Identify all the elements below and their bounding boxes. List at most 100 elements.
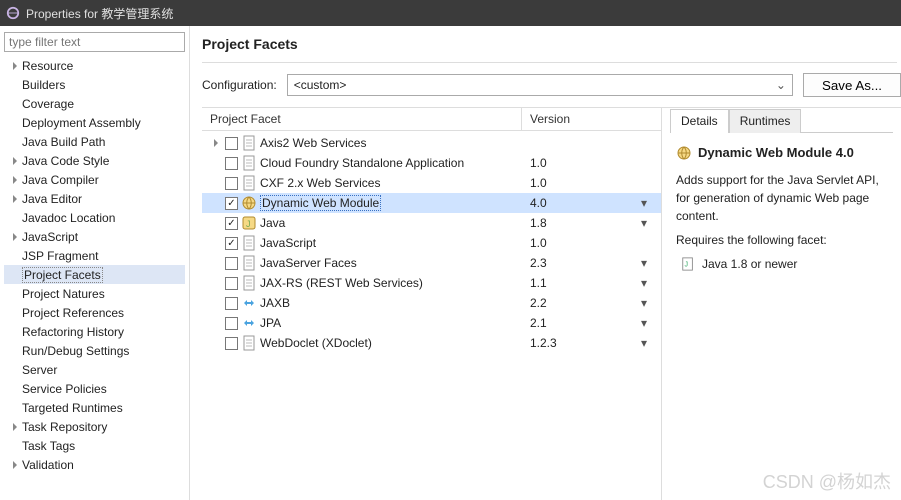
sidebar-item[interactable]: Resource bbox=[4, 56, 185, 75]
facet-version: 1.0 bbox=[530, 236, 547, 250]
facet-checkbox[interactable] bbox=[225, 257, 238, 270]
facet-checkbox[interactable] bbox=[225, 277, 238, 290]
chevron-right-icon bbox=[10, 422, 20, 432]
facet-row[interactable]: Dynamic Web Module4.0▾ bbox=[202, 193, 661, 213]
sidebar-item-label: Java Code Style bbox=[22, 154, 109, 168]
facet-version: 1.2.3 bbox=[530, 336, 557, 350]
chevron-down-icon[interactable]: ▾ bbox=[641, 296, 651, 310]
doc-icon bbox=[241, 155, 257, 171]
sidebar-item[interactable]: Task Tags bbox=[4, 436, 185, 455]
sidebar-item-label: Resource bbox=[22, 59, 73, 73]
facet-label: Dynamic Web Module bbox=[260, 195, 381, 211]
sidebar-item-label: Project Facets bbox=[22, 267, 103, 283]
sidebar-item-label: Service Policies bbox=[22, 382, 107, 396]
facet-row[interactable]: JavaScript1.0 bbox=[202, 233, 661, 253]
facet-checkbox[interactable] bbox=[225, 317, 238, 330]
tab-runtimes[interactable]: Runtimes bbox=[729, 109, 802, 133]
sidebar-item[interactable]: Java Editor bbox=[4, 189, 185, 208]
facet-checkbox[interactable] bbox=[225, 157, 238, 170]
sidebar-item[interactable]: Javadoc Location bbox=[4, 208, 185, 227]
facet-checkbox[interactable] bbox=[225, 177, 238, 190]
java-file-icon: J bbox=[680, 256, 696, 272]
facet-checkbox[interactable] bbox=[225, 337, 238, 350]
chevron-right-icon bbox=[210, 139, 222, 147]
facet-version: 2.3 bbox=[530, 256, 547, 270]
eclipse-icon bbox=[6, 6, 20, 20]
details-requires-label: Requires the following facet: bbox=[676, 231, 887, 249]
sidebar-item-label: Project References bbox=[22, 306, 124, 320]
sidebar-item-label: Java Build Path bbox=[22, 135, 105, 149]
sidebar-item[interactable]: Targeted Runtimes bbox=[4, 398, 185, 417]
chevron-right-icon bbox=[10, 232, 20, 242]
sidebar-item-label: Task Tags bbox=[22, 439, 75, 453]
sidebar-item[interactable]: Run/Debug Settings bbox=[4, 341, 185, 360]
sidebar-item[interactable]: Service Policies bbox=[4, 379, 185, 398]
facet-version: 1.8 bbox=[530, 216, 547, 230]
chevron-down-icon[interactable]: ▾ bbox=[641, 256, 651, 270]
facet-label: JAX-RS (REST Web Services) bbox=[260, 276, 423, 290]
chevron-right-icon bbox=[10, 175, 20, 185]
chevron-right-icon bbox=[10, 194, 20, 204]
chevron-down-icon[interactable]: ▾ bbox=[641, 216, 651, 230]
facet-version: 1.1 bbox=[530, 276, 547, 290]
page-title: Project Facets bbox=[202, 32, 897, 63]
facet-row[interactable]: JPA 2.1 ▾ bbox=[202, 313, 661, 333]
sidebar-item[interactable]: JSP Fragment bbox=[4, 246, 185, 265]
sidebar-item[interactable]: Server bbox=[4, 360, 185, 379]
facet-label: CXF 2.x Web Services bbox=[260, 176, 380, 190]
sidebar-item[interactable]: Builders bbox=[4, 75, 185, 94]
facet-version: 2.1 bbox=[530, 316, 547, 330]
facet-checkbox[interactable] bbox=[225, 217, 238, 230]
chevron-down-icon[interactable]: ▾ bbox=[641, 316, 651, 330]
facet-checkbox[interactable] bbox=[225, 197, 238, 210]
doc-icon bbox=[241, 275, 257, 291]
window-title: Properties for 教学管理系统 bbox=[26, 5, 173, 22]
sidebar-item[interactable]: Deployment Assembly bbox=[4, 113, 185, 132]
svg-text:J: J bbox=[246, 219, 251, 229]
facet-row[interactable]: JJava1.8▾ bbox=[202, 213, 661, 233]
sidebar-item-label: JavaScript bbox=[22, 230, 78, 244]
configuration-combo[interactable]: <custom> ⌄ bbox=[287, 74, 793, 96]
sidebar-item[interactable]: Java Build Path bbox=[4, 132, 185, 151]
column-header-version[interactable]: Version bbox=[530, 112, 570, 126]
sidebar-item[interactable]: JavaScript bbox=[4, 227, 185, 246]
chevron-down-icon[interactable]: ▾ bbox=[641, 196, 651, 210]
facet-row[interactable]: JAX-RS (REST Web Services) 1.1 ▾ bbox=[202, 273, 661, 293]
facet-label: JavaServer Faces bbox=[260, 256, 357, 270]
sidebar-item[interactable]: Coverage bbox=[4, 94, 185, 113]
chevron-down-icon[interactable]: ▾ bbox=[641, 276, 651, 290]
facet-row[interactable]: Cloud Foundry Standalone Application1.0 bbox=[202, 153, 661, 173]
facet-row[interactable]: WebDoclet (XDoclet) 1.2.3 ▾ bbox=[202, 333, 661, 353]
column-header-facet[interactable]: Project Facet bbox=[202, 108, 522, 130]
chevron-right-icon bbox=[10, 460, 20, 470]
configuration-value: <custom> bbox=[294, 78, 347, 92]
doc-icon bbox=[241, 175, 257, 191]
facet-row[interactable]: CXF 2.x Web Services1.0 bbox=[202, 173, 661, 193]
sidebar-item[interactable]: Project Natures bbox=[4, 284, 185, 303]
facet-row[interactable]: Axis2 Web Services bbox=[202, 133, 661, 153]
sidebar-item[interactable]: Refactoring History bbox=[4, 322, 185, 341]
facet-label: JAXB bbox=[260, 296, 290, 310]
tab-details[interactable]: Details bbox=[670, 109, 729, 133]
sidebar-item[interactable]: Task Repository bbox=[4, 417, 185, 436]
facet-label: WebDoclet (XDoclet) bbox=[260, 336, 372, 350]
facet-checkbox[interactable] bbox=[225, 237, 238, 250]
facet-checkbox[interactable] bbox=[225, 137, 238, 150]
sidebar-item[interactable]: Project Facets bbox=[4, 265, 185, 284]
facet-row[interactable]: JavaServer Faces 2.3 ▾ bbox=[202, 253, 661, 273]
chevron-right-icon bbox=[10, 156, 20, 166]
globe-icon bbox=[676, 145, 692, 161]
sidebar-item[interactable]: Java Code Style bbox=[4, 151, 185, 170]
save-as-button[interactable]: Save As... bbox=[803, 73, 901, 97]
facet-label: JPA bbox=[260, 316, 281, 330]
facet-row[interactable]: JAXB2.2▾ bbox=[202, 293, 661, 313]
filter-input[interactable] bbox=[4, 32, 185, 52]
sidebar-item[interactable]: Java Compiler bbox=[4, 170, 185, 189]
facet-checkbox[interactable] bbox=[225, 297, 238, 310]
sidebar-item-label: Refactoring History bbox=[22, 325, 124, 339]
sidebar-item-label: Java Compiler bbox=[22, 173, 99, 187]
sidebar-item[interactable]: Validation bbox=[4, 455, 185, 474]
doc-icon bbox=[241, 235, 257, 251]
sidebar-item[interactable]: Project References bbox=[4, 303, 185, 322]
chevron-down-icon[interactable]: ▾ bbox=[641, 336, 651, 350]
